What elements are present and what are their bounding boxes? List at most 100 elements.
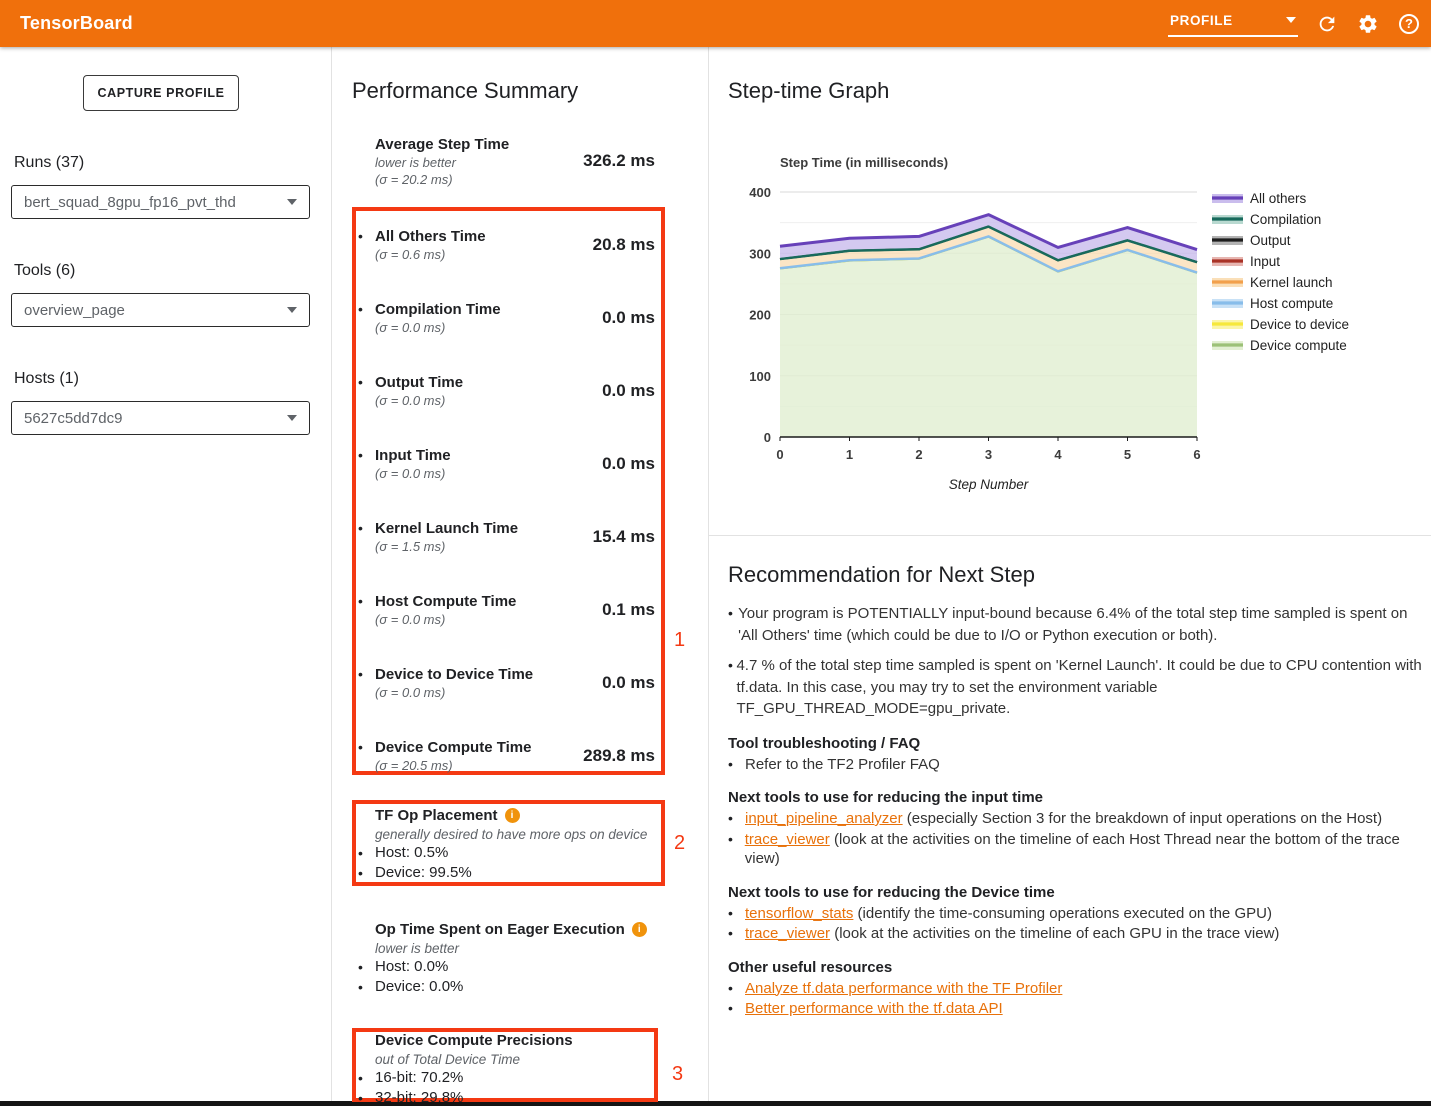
recommendation-bullet: • Your program is POTENTIALLY input-boun…: [728, 603, 1428, 646]
metric-label: Host Compute Time: [375, 592, 516, 611]
svg-text:Input: Input: [1250, 254, 1280, 269]
recommendation-subsection: Next tools to use for reducing the input…: [728, 789, 1428, 869]
block-item: Device: 0.0%: [375, 978, 463, 997]
recommendation-title: Recommendation for Next Step: [728, 562, 1428, 588]
metric-value: 289.8 ms: [583, 746, 655, 766]
chart-title: Step Time (in milliseconds): [780, 155, 948, 170]
subsection-heading: Other useful resources: [728, 959, 1428, 976]
metric-row: • Kernel Launch Time (σ = 1.5 ms) 15.4 m…: [358, 514, 655, 560]
recommendation-link[interactable]: input_pipeline_analyzer: [745, 810, 903, 827]
recommendation-bullet-text: 4.7 % of the total step time sampled is …: [736, 655, 1428, 720]
list-item-text: (look at the activities on the timeline …: [830, 925, 1279, 942]
svg-text:Host compute: Host compute: [1250, 296, 1333, 311]
legend-entry: All others: [1212, 191, 1307, 206]
metric-label: Device to Device Time: [375, 665, 533, 684]
metric-value: 20.8 ms: [593, 235, 655, 255]
svg-text:400: 400: [749, 185, 771, 200]
bullet-icon: •: [358, 519, 375, 555]
legend-entry: Output: [1212, 233, 1291, 248]
list-item: • Analyze tf.data performance with the T…: [728, 979, 1428, 999]
bullet-icon: •: [358, 1089, 375, 1108]
runs-select[interactable]: bert_squad_8gpu_fp16_pvt_thd: [11, 185, 310, 219]
annotation-number-1: 1: [674, 630, 685, 650]
main-divider: [708, 47, 709, 1106]
block-heading: Op Time Spent on Eager Execution: [375, 920, 625, 939]
hosts-label: Hosts (1): [14, 370, 79, 388]
metric-sigma: (σ = 20.2 ms): [375, 171, 509, 188]
tools-select[interactable]: overview_page: [11, 293, 310, 327]
svg-text:All others: All others: [1250, 191, 1307, 206]
block-heading: Device Compute Precisions: [375, 1031, 573, 1050]
metric-row: • Output Time (σ = 0.0 ms) 0.0 ms: [358, 368, 655, 414]
bullet-icon: •: [358, 738, 375, 774]
bullet-icon: •: [358, 1069, 375, 1088]
help-icon[interactable]: ?: [1397, 12, 1421, 36]
list-item-text: (especially Section 3 for the breakdown …: [903, 810, 1382, 827]
hosts-select[interactable]: 5627c5dd7dc9: [11, 401, 310, 435]
bullet-icon: •: [728, 655, 736, 720]
dashboard-selector[interactable]: PROFILE: [1168, 11, 1298, 37]
refresh-icon[interactable]: [1315, 12, 1339, 36]
recommendation-link[interactable]: trace_viewer: [745, 925, 830, 942]
chevron-down-icon: [287, 415, 297, 421]
section-divider: [709, 535, 1431, 536]
recommendation-subsection: Next tools to use for reducing the Devic…: [728, 884, 1428, 944]
recommendation-bullet: • 4.7 % of the total step time sampled i…: [728, 655, 1428, 720]
metric-label: Output Time: [375, 373, 463, 392]
metric-sigma: (σ = 1.5 ms): [375, 538, 518, 555]
sidebar-divider: [331, 47, 332, 1106]
annotation-number-2: 2: [674, 833, 685, 853]
bullet-icon: •: [358, 844, 375, 863]
settings-gear-icon[interactable]: [1356, 12, 1380, 36]
list-item-text: (identify the time-consuming operations …: [853, 905, 1272, 922]
app-title: TensorBoard: [20, 13, 133, 34]
legend-entry: Compilation: [1212, 212, 1321, 227]
svg-text:6: 6: [1193, 447, 1200, 462]
legend-entry: Device to device: [1212, 317, 1349, 332]
info-icon[interactable]: i: [632, 922, 647, 937]
metric-note: lower is better: [375, 154, 509, 171]
info-icon[interactable]: i: [505, 808, 520, 823]
step-time-chart[interactable]: 01002003004000123456Step NumberAll other…: [745, 180, 1431, 500]
svg-text:200: 200: [749, 308, 771, 323]
tools-label: Tools (6): [14, 262, 75, 280]
annotation-number-3: 3: [672, 1064, 683, 1084]
svg-text:4: 4: [1054, 447, 1062, 462]
list-item: • trace_viewer (look at the activities o…: [728, 830, 1428, 869]
recommendation-link[interactable]: tensorflow_stats: [745, 905, 853, 922]
chevron-down-icon: [1286, 17, 1296, 23]
block-heading: TF Op Placement: [375, 806, 498, 825]
bullet-icon: •: [358, 592, 375, 628]
step-time-graph-title: Step-time Graph: [728, 78, 889, 104]
tf-op-placement-block: TF Op Placement i generally desired to h…: [358, 806, 660, 883]
bullet-icon: •: [728, 924, 745, 944]
list-item-text: (look at the activities on the timeline …: [745, 831, 1400, 868]
bullet-icon: •: [358, 958, 375, 977]
legend-entry: Host compute: [1212, 296, 1333, 311]
metric-label: Input Time: [375, 446, 451, 465]
capture-profile-button[interactable]: CAPTURE PROFILE: [83, 75, 239, 111]
metric-label: Average Step Time: [375, 135, 509, 154]
bullet-icon: •: [728, 999, 745, 1019]
recommendation-link[interactable]: Analyze tf.data performance with the TF …: [745, 980, 1062, 997]
metric-sigma: (σ = 0.0 ms): [375, 611, 516, 628]
runs-select-value: bert_squad_8gpu_fp16_pvt_thd: [24, 194, 236, 211]
metric-row: • Host Compute Time (σ = 0.0 ms) 0.1 ms: [358, 587, 655, 633]
svg-text:100: 100: [749, 369, 771, 384]
bullet-icon: •: [728, 755, 745, 775]
svg-text:Compilation: Compilation: [1250, 212, 1321, 227]
metric-label: Device Compute Time: [375, 738, 531, 757]
list-item: • Better performance with the tf.data AP…: [728, 999, 1428, 1019]
app-bar: TensorBoard PROFILE ?: [0, 0, 1431, 47]
svg-text:Kernel launch: Kernel launch: [1250, 275, 1333, 290]
recommendation-link[interactable]: trace_viewer: [745, 831, 830, 848]
subsection-heading: Next tools to use for reducing the Devic…: [728, 884, 1428, 901]
metric-row: • Input Time (σ = 0.0 ms) 0.0 ms: [358, 441, 655, 487]
recommendation-section: Recommendation for Next Step • Your prog…: [728, 562, 1428, 1020]
metric-value: 0.0 ms: [602, 673, 655, 693]
legend-entry: Input: [1212, 254, 1280, 269]
legend-entry: Kernel launch: [1212, 275, 1333, 290]
recommendation-link[interactable]: Better performance with the tf.data API: [745, 1000, 1003, 1017]
metric-value: 0.0 ms: [602, 308, 655, 328]
metric-row: • Device Compute Time (σ = 20.5 ms) 289.…: [358, 733, 655, 779]
